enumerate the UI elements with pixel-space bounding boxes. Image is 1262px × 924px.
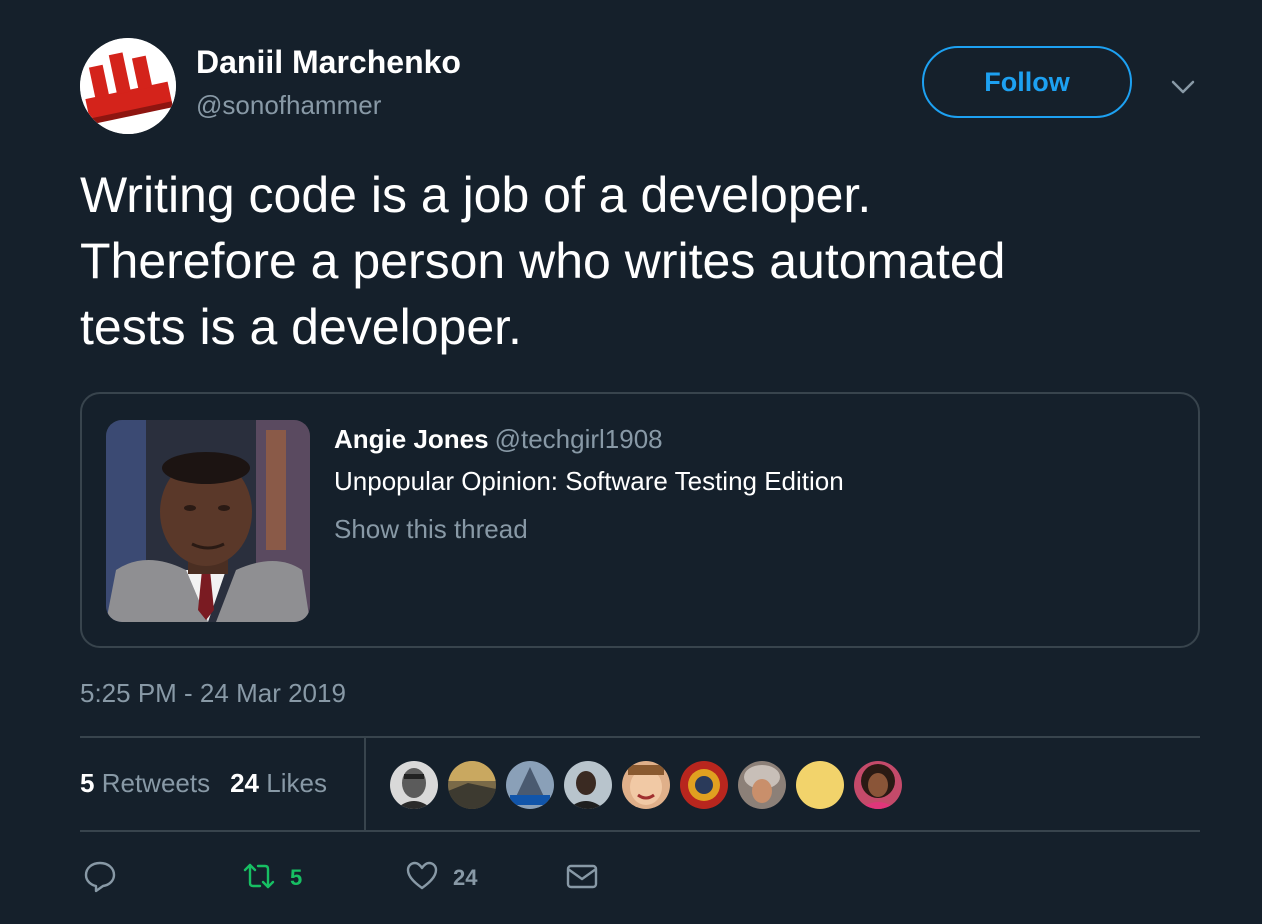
liker-avatar[interactable] bbox=[448, 761, 496, 809]
liker-avatar[interactable] bbox=[622, 761, 670, 809]
liker-avatar[interactable] bbox=[854, 761, 902, 809]
divider bbox=[364, 738, 366, 830]
chevron-down-icon[interactable] bbox=[1168, 72, 1198, 102]
author-name[interactable]: Daniil Marchenko bbox=[196, 44, 461, 81]
retweets-label: Retweets bbox=[101, 768, 211, 798]
tweet-timestamp[interactable]: 5:25 PM - 24 Mar 2019 bbox=[80, 678, 346, 709]
liker-avatar[interactable] bbox=[506, 761, 554, 809]
liker-avatar[interactable] bbox=[390, 761, 438, 809]
divider bbox=[80, 830, 1200, 832]
quoted-author-name[interactable]: Angie Jones bbox=[334, 424, 489, 454]
show-thread-link[interactable]: Show this thread bbox=[334, 514, 528, 545]
divider bbox=[80, 736, 1200, 738]
author-avatar[interactable] bbox=[80, 38, 176, 134]
likes-count: 24 bbox=[230, 768, 260, 798]
retweets-stat[interactable]: 5 Retweets bbox=[80, 768, 210, 798]
like-button[interactable]: 24 bbox=[405, 858, 477, 898]
author-handle[interactable]: @sonofhammer bbox=[196, 90, 381, 121]
retweet-count: 5 bbox=[290, 865, 303, 890]
engagement-stats: 5 Retweets 24 Likes bbox=[80, 768, 327, 799]
tweet-line: tests is a developer. bbox=[80, 299, 522, 355]
quoted-tweet-text: Unpopular Opinion: Software Testing Edit… bbox=[334, 466, 844, 496]
liker-avatar[interactable] bbox=[738, 761, 786, 809]
quoted-tweet-thumbnail[interactable] bbox=[106, 420, 310, 622]
liker-avatar[interactable] bbox=[680, 761, 728, 809]
quoted-tweet-header: Angie Jones @techgirl1908 bbox=[334, 424, 663, 455]
follow-button[interactable]: Follow bbox=[922, 46, 1132, 118]
direct-message-button[interactable] bbox=[565, 858, 599, 898]
likes-stat[interactable]: 24 Likes bbox=[230, 768, 327, 798]
reply-button[interactable] bbox=[83, 858, 117, 898]
liker-avatar[interactable] bbox=[564, 761, 612, 809]
tweet-line: Therefore a person who writes automated bbox=[80, 233, 1006, 289]
tweet-line: Writing code is a job of a developer. bbox=[80, 167, 872, 223]
quoted-author-handle[interactable]: @techgirl1908 bbox=[495, 424, 663, 454]
tweet-text: Writing code is a job of a developer. Th… bbox=[80, 162, 1190, 360]
retweets-count: 5 bbox=[80, 768, 95, 798]
liker-avatar[interactable] bbox=[796, 761, 844, 809]
reply-icon bbox=[83, 859, 117, 898]
likes-label: Likes bbox=[266, 768, 327, 798]
retweet-icon bbox=[242, 859, 276, 898]
retweet-button[interactable]: 5 bbox=[242, 858, 302, 898]
heart-icon bbox=[405, 859, 439, 898]
like-count: 24 bbox=[453, 865, 478, 890]
envelope-icon bbox=[565, 859, 599, 898]
